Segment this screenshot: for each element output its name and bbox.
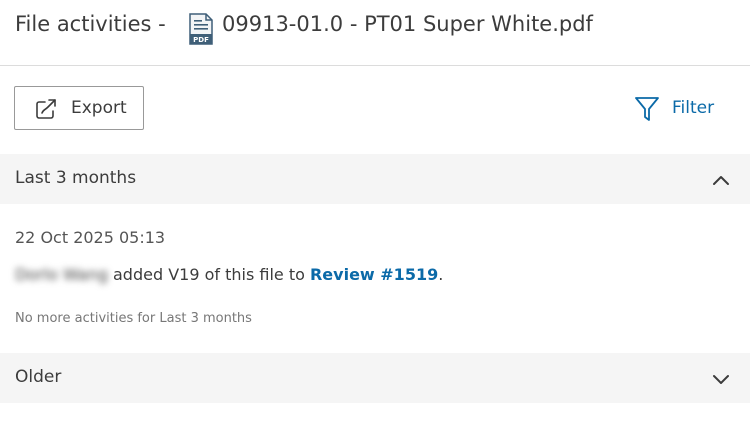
section-older-header[interactable]: Older (0, 353, 750, 403)
filter-button-label: Filter (672, 98, 715, 118)
section-label: Last 3 months (15, 168, 137, 188)
chevron-up-icon (710, 169, 732, 191)
review-link[interactable]: Review #1519 (310, 265, 438, 284)
section-last-3-months-header[interactable]: Last 3 months (0, 154, 750, 204)
pdf-file-icon: PDF (188, 13, 214, 45)
export-button-label: Export (71, 98, 127, 118)
activity-user: Dorlo Wang (15, 265, 108, 284)
filter-button[interactable]: Filter (632, 94, 732, 124)
chevron-down-icon (710, 368, 732, 390)
page-title-prefix: File activities - (15, 12, 166, 36)
filter-funnel-icon (632, 94, 662, 124)
file-name: 09913-01.0 - PT01 Super White.pdf (222, 12, 593, 36)
export-button[interactable]: Export (14, 86, 144, 130)
activity-timestamp: 22 Oct 2025 05:13 (15, 228, 166, 247)
page-header: File activities - PDF 09913-01.0 - PT01 … (0, 0, 750, 66)
pdf-icon-label: PDF (193, 36, 209, 44)
activity-entry: Dorlo Wang added V19 of this file to Rev… (15, 265, 443, 284)
activity-suffix: . (438, 265, 444, 284)
activity-action-text: added V19 of this file to (107, 265, 310, 284)
no-more-activities-text: No more activities for Last 3 months (15, 311, 252, 326)
section-label: Older (15, 367, 62, 387)
share-export-icon (35, 98, 57, 120)
